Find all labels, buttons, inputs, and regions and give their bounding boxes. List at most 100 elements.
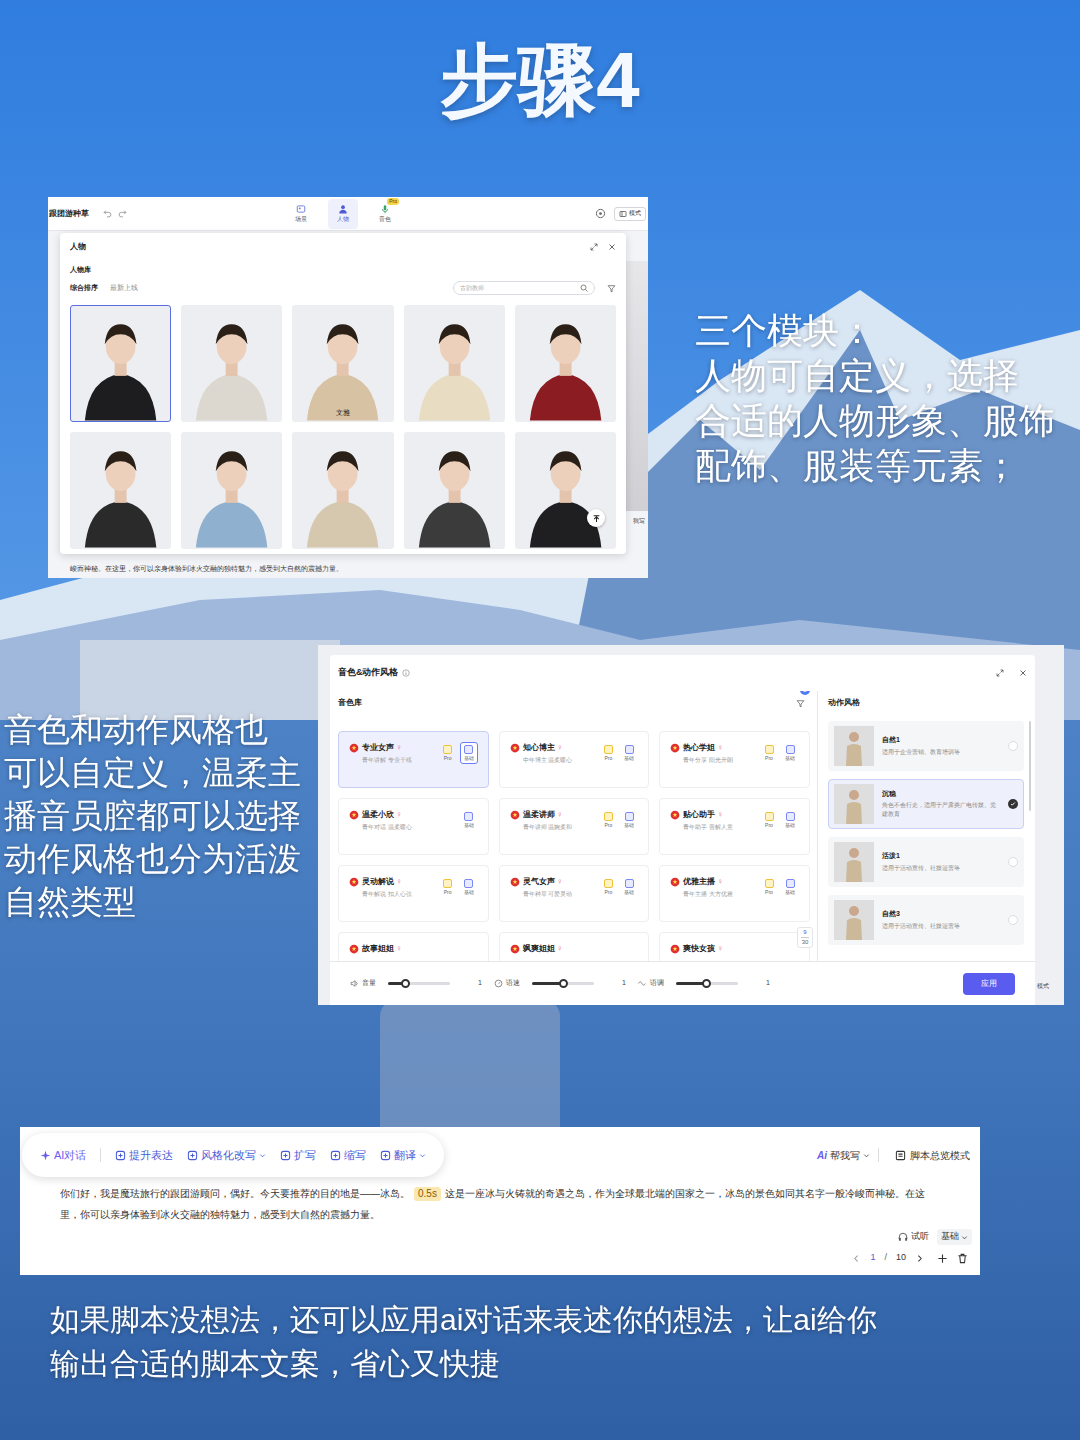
voice-card[interactable]: 专业女声♀青年讲解 专业干练 Pro基础 — [338, 731, 489, 788]
version-badge[interactable]: 基础 — [460, 809, 478, 831]
version-icon — [604, 812, 613, 821]
version-label: Pro — [765, 889, 773, 896]
add-icon[interactable] — [937, 1253, 948, 1264]
version-badge[interactable]: Pro — [760, 742, 778, 764]
mode-button[interactable]: 模式 — [614, 207, 646, 221]
expand-icon[interactable] — [996, 669, 1004, 677]
avatar-card[interactable]: 文雅 — [292, 305, 393, 422]
action-radio[interactable] — [1008, 857, 1018, 867]
sort-option[interactable]: 综合排序 — [70, 283, 98, 294]
voice-card[interactable]: 优雅主播♀青年主播 大方优雅Pro基础 — [659, 865, 810, 922]
undo-icon[interactable] — [103, 209, 112, 218]
back-to-top-icon[interactable] — [587, 509, 605, 527]
settings-icon[interactable] — [595, 208, 606, 219]
action-radio[interactable] — [1008, 799, 1018, 809]
version-badge[interactable]: 基础 — [781, 809, 799, 831]
script-text[interactable]: 你们好，我是魔珐旅行的跟团游顾问，偶好。今天要推荐的目的地是——冰岛。0.5s这… — [20, 1183, 980, 1225]
ai-tool-button[interactable]: 提升表达 — [115, 1147, 173, 1164]
version-badge[interactable]: 基础 — [460, 742, 478, 764]
voice-card[interactable]: 爽快女孩♀ — [659, 932, 810, 961]
avatar-card[interactable] — [181, 432, 282, 549]
voice-card[interactable]: 飒爽姐姐♀ — [499, 932, 650, 961]
help-write-button[interactable]: Ai帮我写 — [817, 1148, 870, 1163]
avatar-card[interactable] — [181, 305, 282, 422]
slider-track[interactable] — [532, 982, 594, 985]
filter-icon[interactable] — [607, 284, 616, 293]
action-radio[interactable] — [1008, 741, 1018, 751]
voice-avatar-icon — [349, 743, 359, 753]
version-badge[interactable]: 基础 — [781, 742, 799, 764]
voice-name: 知心博主 — [523, 742, 555, 754]
voice-name: 故事姐姐 — [362, 943, 394, 955]
filter-count-badge: 2 — [800, 691, 810, 695]
action-radio[interactable] — [1008, 915, 1018, 925]
slider-knob[interactable] — [559, 979, 568, 988]
voice-card[interactable]: 贴心助手♀青年助手 善解人意Pro基础 — [659, 798, 810, 855]
voice-card[interactable]: 温柔讲师♀青年讲师 温婉柔和Pro基础 — [499, 798, 650, 855]
editor-tab[interactable]: 人物 — [328, 199, 358, 229]
avatar-card[interactable] — [404, 432, 505, 549]
voice-card[interactable]: 灵动解说♀青年解说 扣人心弦Pro基础 — [338, 865, 489, 922]
expand-icon[interactable] — [590, 243, 598, 251]
editor-tab[interactable]: 音色Pro — [370, 199, 400, 229]
avatar-card[interactable] — [292, 432, 393, 549]
ai-tool-button[interactable]: 扩写 — [280, 1147, 316, 1164]
version-badge[interactable]: Pro — [760, 876, 778, 898]
trash-icon[interactable] — [957, 1253, 968, 1264]
editor-tab[interactable]: 场景 — [286, 199, 316, 229]
voice-desc: 青年助手 善解人意 — [683, 823, 733, 832]
version-label: 基础 — [785, 822, 795, 829]
filter-button[interactable]: 2 — [796, 691, 805, 715]
overview-button[interactable]: 脚本总览模式 — [895, 1148, 970, 1163]
version-badge[interactable]: Pro — [760, 809, 778, 831]
apply-button[interactable]: 应用 — [963, 973, 1015, 995]
pause-tag[interactable]: 0.5s — [414, 1187, 441, 1201]
version-badge[interactable]: 基础 — [620, 809, 638, 831]
ai-tool-button[interactable]: AI对话 — [40, 1147, 86, 1164]
close-icon[interactable] — [608, 243, 616, 251]
avatar-card[interactable] — [515, 432, 616, 549]
action-item[interactable]: 沉稳角色不会行走，适用于严肃类广电传媒、党建教育 — [828, 779, 1024, 829]
next-icon[interactable] — [915, 1254, 924, 1263]
version-select[interactable]: 基础 — [937, 1229, 972, 1245]
action-item[interactable]: 自然1适用于企业营销、教育培训等 — [828, 721, 1024, 771]
voice-row: 温柔小欣♀青年对话 温柔暖心基础 — [349, 809, 478, 832]
search-icon[interactable] — [580, 284, 588, 292]
voice-text: 专业女声♀青年讲解 专业干练 — [362, 742, 412, 765]
avatar-card[interactable] — [404, 305, 505, 422]
slider-track[interactable] — [676, 982, 738, 985]
version-badge[interactable]: Pro — [599, 876, 617, 898]
search-input[interactable] — [460, 284, 580, 293]
prev-icon[interactable] — [852, 1254, 861, 1263]
sort-option[interactable]: 最新上线 — [110, 283, 138, 294]
redo-icon[interactable] — [118, 209, 127, 218]
voice-text: 灵气女声♀青年种草 可爱灵动 — [523, 876, 573, 899]
close-icon[interactable] — [1019, 669, 1027, 677]
version-badge[interactable]: Pro — [599, 742, 617, 764]
avatar-card[interactable] — [515, 305, 616, 422]
avatar-card[interactable] — [70, 432, 171, 549]
listen-button[interactable]: 试听 — [898, 1230, 929, 1244]
version-badge[interactable]: 基础 — [620, 876, 638, 898]
version-badge[interactable]: Pro — [439, 876, 457, 898]
version-badge[interactable]: 基础 — [460, 876, 478, 898]
voice-card[interactable]: 知心博主♀中年博主 温柔暖心Pro基础 — [499, 731, 650, 788]
version-badge[interactable]: 基础 — [781, 876, 799, 898]
version-badge[interactable]: 基础 — [620, 742, 638, 764]
slider-knob[interactable] — [702, 979, 711, 988]
voice-card[interactable]: 灵气女声♀青年种草 可爱灵动 Pro基础 — [499, 865, 650, 922]
version-badge[interactable]: Pro — [599, 809, 617, 831]
slider-track[interactable] — [388, 982, 450, 985]
caption-line: 合适的人物形象、服饰 — [695, 398, 1055, 443]
version-badge[interactable]: Pro — [439, 742, 457, 764]
voice-card[interactable]: 故事姐姐♀ — [338, 932, 489, 961]
action-item[interactable]: 活泼1适用于活动宣传、社媒运营等 — [828, 837, 1024, 887]
ai-tool-button[interactable]: 缩写 — [330, 1147, 366, 1164]
slider-knob[interactable] — [401, 979, 410, 988]
voice-card[interactable]: 热心学姐♀青年分享 阳光开朗Pro基础 — [659, 731, 810, 788]
ai-tool-button[interactable]: 翻译 — [380, 1147, 426, 1164]
voice-card[interactable]: 温柔小欣♀青年对话 温柔暖心基础 — [338, 798, 489, 855]
ai-tool-button[interactable]: 风格化改写 — [187, 1147, 266, 1164]
avatar-card[interactable] — [70, 305, 171, 422]
action-item[interactable]: 自然3适用于活动宣传、社媒运营等 — [828, 895, 1024, 945]
